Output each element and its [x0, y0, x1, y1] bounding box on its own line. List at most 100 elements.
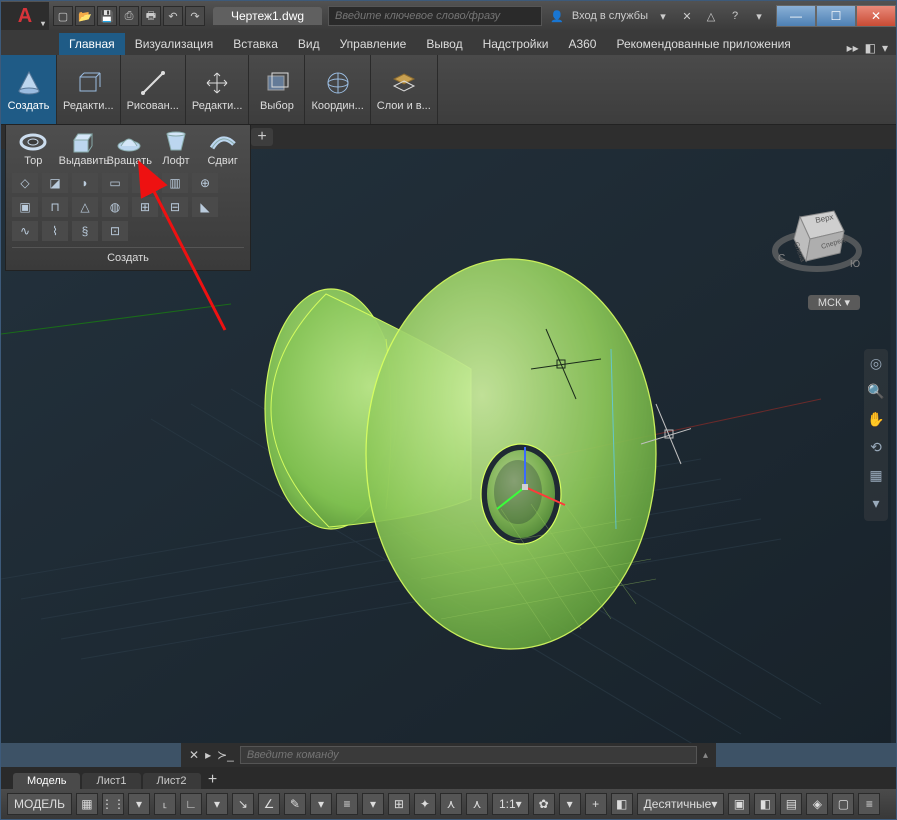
- viewcube[interactable]: Верх Слева Спереди С Ю: [772, 189, 862, 289]
- create-loft-button[interactable]: Лофт: [155, 129, 198, 167]
- status-clean-icon[interactable]: ▢: [832, 793, 854, 815]
- status-polar-icon[interactable]: ∟: [180, 793, 202, 815]
- login-link[interactable]: Вход в службы: [572, 10, 648, 22]
- nav-show-icon[interactable]: ▦: [866, 467, 886, 487]
- sm-surf3-icon[interactable]: §: [72, 221, 98, 241]
- qat-undo-icon[interactable]: ↶: [163, 6, 183, 26]
- close-button[interactable]: ✕: [856, 5, 896, 27]
- layout-tab-model[interactable]: Модель: [13, 773, 80, 789]
- qat-open-icon[interactable]: 📂: [75, 6, 95, 26]
- sm-sweep2-icon[interactable]: ◣: [192, 197, 218, 217]
- status-gear-icon[interactable]: ✿: [533, 793, 555, 815]
- ribbon-expand-icon[interactable]: ◧: [865, 41, 876, 55]
- status-ducs-icon[interactable]: ✎: [284, 793, 306, 815]
- ribbon-panel-section[interactable]: Выбор: [249, 55, 305, 124]
- status-plus-icon[interactable]: +: [585, 793, 607, 815]
- nav-zoom-icon[interactable]: 🔍: [866, 383, 886, 403]
- cmd-recent-icon[interactable]: ▸: [205, 748, 211, 762]
- sm-torus2-icon[interactable]: ⊕: [192, 173, 218, 193]
- ribbon-tab-visualize[interactable]: Визуализация: [125, 33, 224, 55]
- help-chevron-icon[interactable]: ▾: [750, 7, 768, 25]
- status-cyc-icon[interactable]: ◧: [611, 793, 633, 815]
- sm-polysolid-icon[interactable]: ◇: [12, 173, 38, 193]
- a360-icon[interactable]: △: [702, 7, 720, 25]
- command-input[interactable]: [240, 746, 697, 764]
- status-units-button[interactable]: Десятичные ▾: [637, 793, 725, 815]
- sm-pyramid-icon[interactable]: ▣: [12, 197, 38, 217]
- status-osnap-icon[interactable]: ▾: [206, 793, 228, 815]
- nav-more-icon[interactable]: ▾: [866, 495, 886, 515]
- login-chevron-icon[interactable]: ▾: [654, 7, 672, 25]
- status-cust-icon[interactable]: ≡: [858, 793, 880, 815]
- cmd-close-icon[interactable]: ✕: [189, 748, 199, 762]
- ribbon-panel-coordinates[interactable]: Координ...: [305, 55, 370, 124]
- status-anno2-icon[interactable]: ⋏: [440, 793, 462, 815]
- ribbon-panel-modify[interactable]: Редакти...: [186, 55, 250, 124]
- sm-meshcyl-icon[interactable]: ⊞: [132, 197, 158, 217]
- qat-save-icon[interactable]: 💾: [97, 6, 117, 26]
- qat-print-icon[interactable]: 🖶: [141, 6, 161, 26]
- create-revolve-button[interactable]: Вращать: [107, 129, 151, 167]
- sm-meshbox-icon[interactable]: △: [72, 197, 98, 217]
- sm-meshoth-icon[interactable]: ⊟: [162, 197, 188, 217]
- layout-tab-sheet2[interactable]: Лист2: [143, 773, 201, 789]
- nav-pan-icon[interactable]: ✋: [866, 411, 886, 431]
- nav-compass-icon[interactable]: ◎: [866, 355, 886, 375]
- sm-box-icon[interactable]: ◪: [42, 173, 68, 193]
- sm-cone-icon[interactable]: ▭: [102, 173, 128, 193]
- maximize-button[interactable]: ☐: [816, 5, 856, 27]
- ribbon-panel-create[interactable]: Создать: [1, 55, 57, 124]
- status-tran-icon[interactable]: ▾: [362, 793, 384, 815]
- qat-new-icon[interactable]: ▢: [53, 6, 73, 26]
- qat-redo-icon[interactable]: ↷: [185, 6, 205, 26]
- ribbon-tab-manage[interactable]: Управление: [330, 33, 417, 55]
- ribbon-tab-featured[interactable]: Рекомендованные приложения: [606, 33, 800, 55]
- ribbon-chevron-icon[interactable]: ▾: [882, 41, 888, 55]
- status-3dosnap-icon[interactable]: ↘: [232, 793, 254, 815]
- sm-surf4-icon[interactable]: ⊡: [102, 221, 128, 241]
- ribbon-panel-edit[interactable]: Редакти...: [57, 55, 121, 124]
- status-lwt-icon[interactable]: ≡: [336, 793, 358, 815]
- sm-surf1-icon[interactable]: ∿: [12, 221, 38, 241]
- help-icon[interactable]: ?: [726, 7, 744, 25]
- status-dyn-icon[interactable]: ▾: [310, 793, 332, 815]
- 3d-model[interactable]: [211, 219, 691, 659]
- sm-wedge-icon[interactable]: ◗: [72, 173, 98, 193]
- ribbon-panel-layers[interactable]: Слои и в...: [371, 55, 438, 124]
- document-tab[interactable]: Чертеж1.dwg: [213, 7, 322, 25]
- create-torus-button[interactable]: Тор: [12, 129, 55, 167]
- status-iso2-icon[interactable]: ◈: [806, 793, 828, 815]
- layout-tab-sheet1[interactable]: Лист1: [82, 773, 140, 789]
- status-chevron-icon[interactable]: ▾: [128, 793, 150, 815]
- nav-orbit-icon[interactable]: ⟲: [866, 439, 886, 459]
- status-model-button[interactable]: МОДЕЛЬ: [7, 793, 72, 815]
- create-sweep-button[interactable]: Сдвиг: [201, 129, 244, 167]
- sign-in-icon[interactable]: 👤: [548, 7, 566, 25]
- status-ws-icon[interactable]: ▣: [728, 793, 750, 815]
- status-hw-icon[interactable]: ▤: [780, 793, 802, 815]
- ribbon-overflow-icon[interactable]: ▸▸: [847, 41, 859, 55]
- qat-saveas-icon[interactable]: ⎙: [119, 6, 139, 26]
- cmd-expand-icon[interactable]: ▴: [703, 750, 708, 761]
- status-iso-icon[interactable]: ⊞: [388, 793, 410, 815]
- sm-meshsph-icon[interactable]: ◍: [102, 197, 128, 217]
- sm-surf2-icon[interactable]: ⌇: [42, 221, 68, 241]
- ribbon-tab-a360[interactable]: A360: [558, 33, 606, 55]
- status-snap-icon[interactable]: ⋮⋮: [102, 793, 124, 815]
- ribbon-panel-draw[interactable]: Рисован...: [121, 55, 186, 124]
- sm-cylinder-icon[interactable]: ▥: [162, 173, 188, 193]
- sm-sphere-icon[interactable]: ◉: [132, 173, 158, 193]
- status-gear2-icon[interactable]: ▾: [559, 793, 581, 815]
- status-anno3-icon[interactable]: ⋏: [466, 793, 488, 815]
- status-ortho-icon[interactable]: ˪: [154, 793, 176, 815]
- ribbon-tab-output[interactable]: Вывод: [416, 33, 472, 55]
- ribbon-tab-addins[interactable]: Надстройки: [473, 33, 559, 55]
- ribbon-tab-view[interactable]: Вид: [288, 33, 330, 55]
- search-input[interactable]: [328, 6, 542, 26]
- minimize-button[interactable]: —: [776, 5, 816, 27]
- status-mon-icon[interactable]: ◧: [754, 793, 776, 815]
- ribbon-tab-insert[interactable]: Вставка: [223, 33, 288, 55]
- status-scale-button[interactable]: 1:1 ▾: [492, 793, 529, 815]
- file-tab-add-button[interactable]: +: [251, 128, 273, 146]
- ribbon-tab-home[interactable]: Главная: [59, 33, 125, 55]
